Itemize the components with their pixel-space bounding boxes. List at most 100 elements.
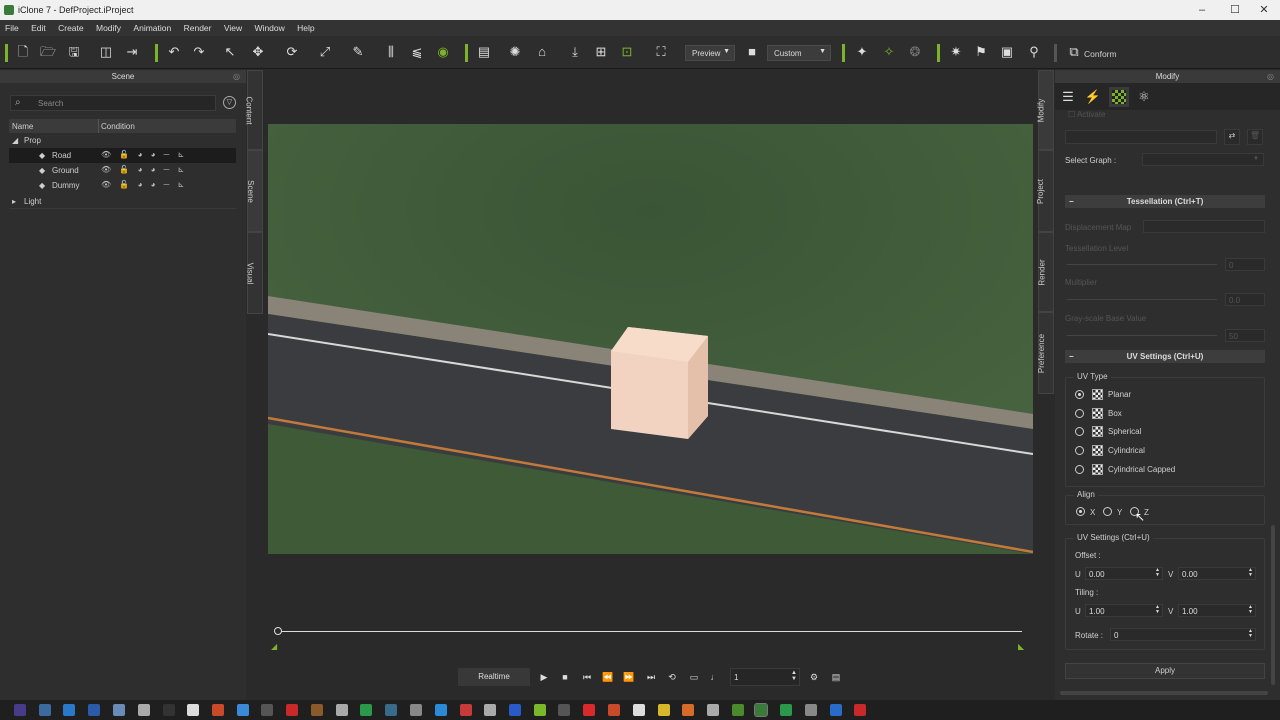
menu-animation[interactable]: Animation	[128, 20, 176, 36]
taskbar-app-icon[interactable]	[682, 704, 694, 716]
taskbar-app-icon[interactable]	[88, 704, 100, 716]
panel-close-icon[interactable]: ◎	[1267, 70, 1274, 83]
uv-cylindrical-capped-radio[interactable]	[1075, 465, 1084, 474]
tab-project[interactable]: Project	[1036, 150, 1054, 232]
taskbar-app-icon[interactable]	[138, 704, 150, 716]
taskbar-app-icon[interactable]	[534, 704, 546, 716]
taskbar-app-icon[interactable]	[163, 704, 175, 716]
collision-icon[interactable]: ❂	[907, 44, 923, 60]
taskbar-app-icon[interactable]	[63, 704, 75, 716]
tree-row-dummy[interactable]: ◆ Dummy 👁 🔓 ◕ ◕ ─ ⊾	[9, 178, 236, 193]
taskbar-app-icon[interactable]	[780, 704, 792, 716]
timeline-track[interactable]	[278, 631, 1022, 632]
condition-icons[interactable]: 👁 🔓 ◕ ◕ ─ ⊾	[101, 180, 187, 189]
tiling-v-input[interactable]: 1.00 ▲ ▼	[1178, 604, 1256, 617]
tab-content[interactable]: Content	[245, 70, 263, 150]
stop-icon[interactable]: ■	[556, 668, 574, 686]
rotate-icon[interactable]: ⟳	[284, 44, 300, 60]
tree-row-road[interactable]: ◆ Road 👁 🔓 ◕ ◕ ─ ⊾	[9, 148, 236, 163]
menu-view[interactable]: View	[219, 20, 247, 36]
previous-frame-icon[interactable]: ⏪	[599, 668, 617, 686]
menu-edit[interactable]: Edit	[26, 20, 51, 36]
tab-modify[interactable]: Modify	[1036, 70, 1054, 150]
tab-visual[interactable]: Visual	[245, 232, 263, 314]
taskbar-app-icon[interactable]	[608, 704, 620, 716]
loop-icon[interactable]: ⟲	[663, 668, 681, 686]
undo-icon[interactable]: ↶	[166, 44, 182, 60]
taskbar-app-icon[interactable]	[14, 704, 26, 716]
camera-dropdown[interactable]: Custom ▼	[767, 45, 831, 61]
next-frame-icon[interactable]: ⏩	[620, 668, 638, 686]
align-icon[interactable]: ⫼	[383, 44, 399, 60]
uv-planar-radio[interactable]	[1075, 390, 1084, 399]
spinner-icon[interactable]: ▲ ▼	[1155, 605, 1160, 615]
taskbar-app-icon[interactable]	[558, 704, 570, 716]
apply-button[interactable]: Apply	[1065, 663, 1265, 679]
taskbar-app-icon[interactable]	[187, 704, 199, 716]
spinner-icon[interactable]: ▲ ▼	[1248, 629, 1253, 639]
spinner-icon[interactable]: ▲ ▼	[1248, 568, 1253, 578]
taskbar-app-icon[interactable]	[435, 704, 447, 716]
save-icon[interactable]: 🖫	[66, 44, 82, 60]
drop-to-floor-icon[interactable]: ⤓	[567, 44, 583, 60]
taskbar-app-icon[interactable]	[39, 704, 51, 716]
uv-spherical-radio[interactable]	[1075, 427, 1084, 436]
taskbar-app-icon[interactable]	[854, 704, 866, 716]
condition-icons[interactable]: 👁 🔓 ◕ ◕ ─ ⊾	[101, 165, 187, 174]
timeline-playhead[interactable]	[274, 627, 282, 635]
taskbar-app-icon[interactable]	[460, 704, 472, 716]
atom-icon[interactable]: ⚛	[1134, 87, 1154, 107]
activate-checkbox[interactable]: ☐ Activate	[1068, 110, 1105, 119]
tree-row-light[interactable]: ▸ Light	[9, 194, 236, 209]
minimize-button[interactable]: –	[1186, 0, 1218, 20]
subtitle-icon[interactable]: ▭	[685, 668, 703, 686]
material-icon[interactable]	[1109, 87, 1129, 107]
snap-icon[interactable]: ⊡	[619, 44, 635, 60]
taskbar-app-icon[interactable]	[830, 704, 842, 716]
offset-v-input[interactable]: 0.00 ▲ ▼	[1178, 567, 1256, 580]
fit-view-icon[interactable]: ⊞	[593, 44, 609, 60]
load-graph-icon[interactable]: ⇄	[1224, 129, 1240, 145]
layout-icon[interactable]: ▤	[476, 44, 492, 60]
menu-render[interactable]: Render	[179, 20, 217, 36]
pick-parent-icon[interactable]: ✎	[350, 44, 366, 60]
3d-viewport[interactable]	[268, 124, 1033, 554]
close-button[interactable]: ✕	[1248, 0, 1280, 20]
menu-create[interactable]: Create	[53, 20, 89, 36]
redo-icon[interactable]: ↷	[191, 44, 207, 60]
tab-scene[interactable]: Scene	[246, 150, 263, 232]
range-start-marker[interactable]: ◢	[271, 642, 277, 651]
move-icon[interactable]: ✥	[250, 44, 266, 60]
taskbar-app-icon[interactable]	[633, 704, 645, 716]
maximize-button[interactable]: ☐	[1219, 0, 1251, 20]
expand-arrow-icon[interactable]: ◢	[12, 136, 18, 145]
export-icon[interactable]: ◫	[98, 44, 114, 60]
frame-input[interactable]: 1 ▲ ▼	[730, 668, 800, 686]
bake-icon[interactable]: ✧	[881, 44, 897, 60]
taskbar-app-icon[interactable]	[212, 704, 224, 716]
frame-selected-icon[interactable]: ⛶	[653, 44, 669, 60]
filter-icon[interactable]: ▽	[223, 96, 236, 109]
taskbar-app-icon[interactable]	[113, 704, 125, 716]
taskbar-app-icon[interactable]	[336, 704, 348, 716]
gray-base-slider[interactable]	[1067, 335, 1217, 336]
clipboard-icon[interactable]: ▣	[999, 44, 1015, 60]
realtime-dropdown[interactable]: Realtime	[458, 668, 530, 686]
last-frame-icon[interactable]: ⏭	[642, 668, 660, 686]
spinner-icon[interactable]: ▲ ▼	[1248, 605, 1253, 615]
delete-graph-icon[interactable]: 🗑	[1247, 129, 1263, 145]
gray-base-value[interactable]: 50	[1225, 329, 1265, 342]
taskbar-app-icon[interactable]	[658, 704, 670, 716]
graph-path-field[interactable]	[1065, 130, 1217, 144]
taskbar-app-icon[interactable]	[261, 704, 273, 716]
search-input[interactable]: ⌕ Search	[10, 95, 216, 111]
align-x-radio[interactable]	[1076, 507, 1085, 516]
menu-help[interactable]: Help	[292, 20, 319, 36]
home-icon[interactable]: ⌂	[534, 44, 550, 60]
taskbar-app-icon[interactable]	[360, 704, 372, 716]
panel-close-icon[interactable]: ◎	[233, 70, 240, 83]
align-y-radio[interactable]	[1103, 507, 1112, 516]
scale-icon[interactable]: ⤢	[317, 44, 333, 60]
camera-icon[interactable]: ■	[744, 44, 760, 60]
expand-arrow-icon[interactable]: ▸	[12, 197, 16, 206]
